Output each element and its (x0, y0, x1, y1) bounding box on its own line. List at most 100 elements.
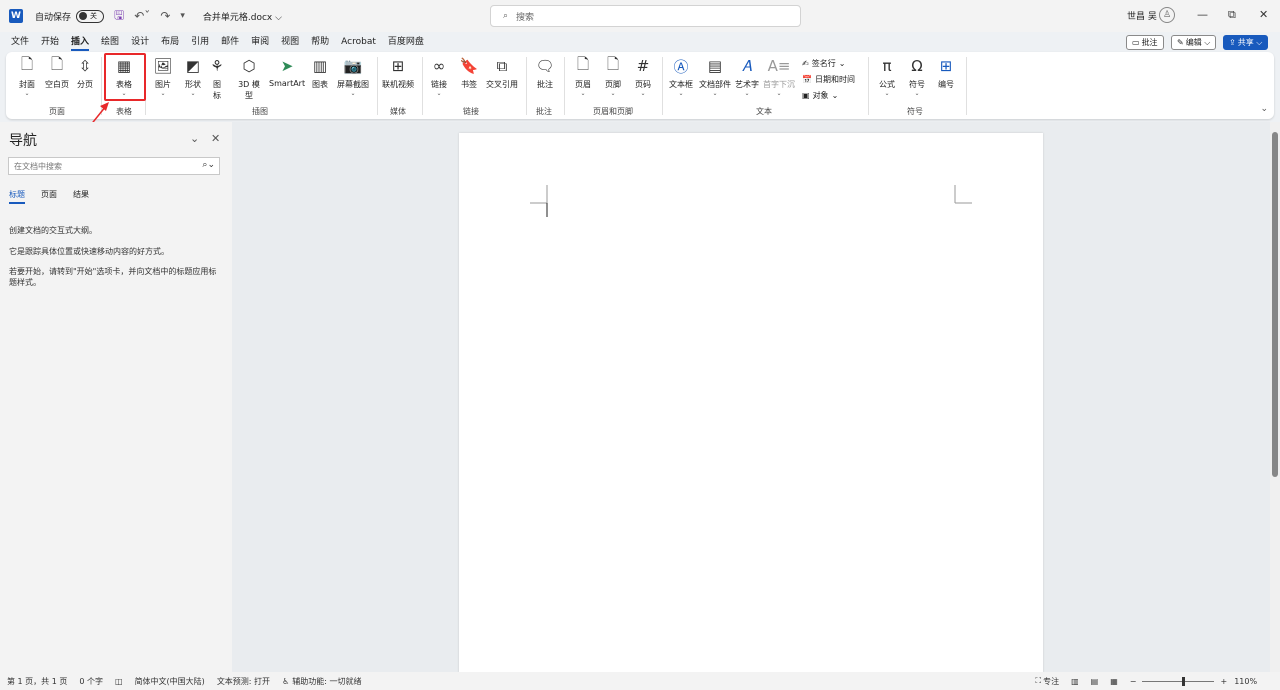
link-button[interactable]: ∞ 链接 ⌄ (424, 55, 454, 97)
chevron-down-icon: ⌄ (190, 90, 196, 97)
document-page[interactable] (459, 133, 1043, 673)
picture-button[interactable]: 🖼 图片 ⌄ (148, 55, 178, 97)
language[interactable]: 简体中文(中国大陆) (135, 676, 205, 687)
cover-page-button[interactable]: 🗋 封面 ⌄ (12, 55, 42, 98)
group-table-label: 表格 (116, 107, 132, 116)
tab-review[interactable]: 审阅 (245, 32, 275, 52)
shapes-button[interactable]: ◩ 形状 ⌄ (178, 55, 208, 97)
nav-tab-headings[interactable]: 标题 (9, 189, 25, 204)
nav-close-icon[interactable]: ✕ (211, 132, 220, 145)
tab-draw[interactable]: 绘图 (95, 32, 125, 52)
share-button[interactable]: ⇪ 共享 ⌵ (1223, 35, 1269, 50)
tab-insert[interactable]: 插入 (65, 32, 95, 52)
datetime-label: 日期和时间 (814, 75, 855, 84)
nav-tab-pages[interactable]: 页面 (41, 189, 57, 204)
toggle-knob (79, 12, 88, 20)
tab-baidu[interactable]: 百度网盘 (382, 32, 430, 52)
search-icon[interactable]: ⌕⌄ (202, 160, 215, 170)
online-video-button[interactable]: ⊞ 联机视频 (380, 55, 416, 90)
title-search-box[interactable]: ⌕ 搜索 (490, 5, 801, 27)
nav-search-input[interactable]: 在文档中搜索 ⌕⌄ (8, 157, 220, 175)
undo-icon[interactable]: ↶ˇ (134, 9, 150, 23)
quick-parts-button[interactable]: ▤ 文档部件 ⌄ (698, 55, 732, 97)
tab-references[interactable]: 引用 (185, 32, 215, 52)
zoom-out-icon[interactable]: − (1130, 677, 1137, 686)
smartart-button[interactable]: ➤ SmartArt (269, 55, 305, 88)
editing-button[interactable]: ✎ 编辑 ⌵ (1171, 35, 1217, 50)
text-prediction[interactable]: 文本预测: 打开 (217, 676, 270, 687)
page-number-button[interactable]: # 页码 ⌄ (628, 55, 658, 97)
autosave-toggle[interactable]: 关 (76, 9, 105, 23)
chart-button[interactable]: ▥ 图表 (305, 55, 335, 90)
object-button[interactable]: ▣ 对象 ⌄ (802, 90, 838, 101)
zoom-in-icon[interactable]: + (1220, 677, 1227, 686)
3d-label-2: 型 (245, 91, 253, 100)
comments-button[interactable]: ▭ 批注 (1126, 35, 1164, 50)
bookmark-button[interactable]: 🔖 书签 (454, 55, 484, 90)
zoom-level[interactable]: 110% (1234, 677, 1257, 686)
redo-icon[interactable]: ↷ (160, 9, 170, 23)
group-headerfooter-label: 页眉和页脚 (593, 107, 633, 116)
textbox-button[interactable]: Ⓐ 文本框 ⌄ (666, 55, 696, 98)
date-time-button[interactable]: 📅 日期和时间 (802, 74, 855, 85)
header-button[interactable]: 🗋 页眉 ⌄ (568, 55, 598, 98)
avatar[interactable]: ♙ (1159, 7, 1175, 23)
word-count[interactable]: 0 个字 (79, 676, 103, 687)
chart-icon: ▥ (312, 57, 328, 75)
chevron-down-icon: ⌄ (914, 90, 920, 97)
screenshot-label: 屏幕截图 (337, 80, 369, 89)
new-comment-icon: 🗨 (535, 57, 555, 75)
read-mode-icon[interactable]: ▥ (1071, 677, 1079, 686)
vertical-scrollbar[interactable] (1270, 122, 1280, 672)
tab-home[interactable]: 开始 (35, 32, 65, 52)
symbol-button[interactable]: Ω 符号 ⌄ (902, 55, 932, 97)
nav-tab-results[interactable]: 结果 (73, 189, 89, 204)
tab-file[interactable]: 文件 (5, 32, 35, 52)
collapse-ribbon-icon[interactable]: ⌄ (1260, 104, 1268, 114)
link-icon: ∞ (432, 57, 446, 75)
zoom-slider[interactable] (1142, 676, 1215, 686)
close-icon[interactable]: ✕ (1259, 8, 1268, 21)
comment-label: 批注 (537, 80, 553, 89)
signature-line-button[interactable]: ✍ 签名行 ⌄ (802, 58, 845, 69)
chevron-down-icon: ⌄ (640, 90, 646, 97)
proofing-icon[interactable]: ◫ (115, 677, 123, 686)
page-count[interactable]: 第 1 页，共 1 页 (7, 676, 67, 687)
page-break-button[interactable]: ⇳ 分页 (70, 55, 100, 90)
comment-button[interactable]: 🗨 批注 (530, 55, 560, 90)
footer-button[interactable]: 🗋 页脚 ⌄ (598, 54, 628, 98)
tab-acrobat[interactable]: Acrobat (335, 32, 382, 52)
tab-mailings[interactable]: 邮件 (215, 32, 245, 52)
user-name[interactable]: 世昌 吴 (1127, 9, 1157, 22)
web-layout-icon[interactable]: ▦ (1110, 677, 1118, 686)
footer-icon: 🗋 (606, 54, 620, 73)
scrollbar-thumb[interactable] (1272, 132, 1278, 477)
minimize-icon[interactable]: — (1197, 8, 1208, 21)
nav-tabs: 标题 页面 结果 (9, 189, 89, 204)
document-title[interactable]: 合并单元格.docx ⌵ (203, 10, 282, 23)
link-label: 链接 (431, 80, 447, 89)
dropcap-button[interactable]: A≡ 首字下沉 ⌄ (762, 55, 796, 97)
smartart-label: SmartArt (269, 79, 306, 88)
blank-page-button[interactable]: 🗋 空白页 (42, 55, 72, 90)
nav-options-chevron-icon[interactable]: ⌄ (190, 132, 199, 145)
tab-view[interactable]: 视图 (275, 32, 305, 52)
number-button[interactable]: ⊞ 编号 (931, 55, 961, 90)
tab-layout[interactable]: 布局 (155, 32, 185, 52)
tab-design[interactable]: 设计 (125, 32, 155, 52)
accessibility-status[interactable]: 辅助功能: 一切就绪 (292, 676, 361, 687)
restore-icon[interactable]: ⧉ (1228, 8, 1236, 22)
customize-qat-icon[interactable]: ▾ (180, 11, 185, 21)
focus-mode[interactable]: 专注 (1043, 676, 1059, 687)
screenshot-button[interactable]: 📷 屏幕截图 ⌄ (336, 55, 370, 97)
cross-reference-button[interactable]: ⧉ 交叉引用 (484, 55, 520, 90)
group-symbols-label: 符号 (907, 107, 923, 116)
equation-button[interactable]: π 公式 ⌄ (872, 55, 902, 97)
save-icon[interactable]: 🖫 (114, 6, 124, 27)
tab-help[interactable]: 帮助 (305, 32, 335, 52)
wordart-button[interactable]: 𝐴 艺术字 ⌄ (732, 55, 762, 97)
icons-button[interactable]: ⚘ 图标 (206, 55, 228, 101)
3d-models-button[interactable]: ⬡ 3D 模型 (234, 55, 264, 101)
zoom-slider-thumb[interactable] (1182, 676, 1186, 686)
print-layout-icon[interactable]: ▤ (1091, 677, 1099, 686)
